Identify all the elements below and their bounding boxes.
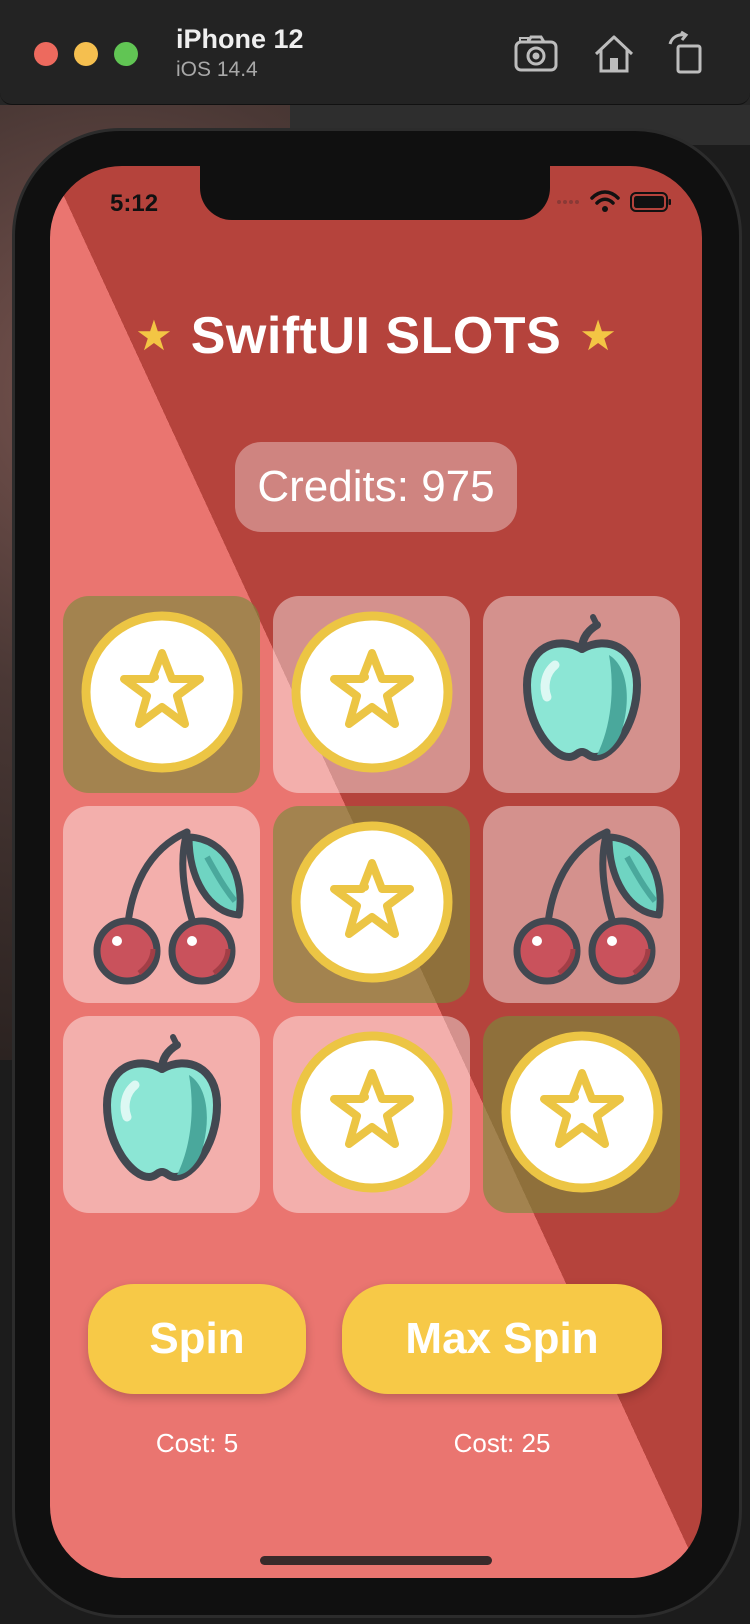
phone-notch [200, 166, 550, 220]
zoom-window-button[interactable] [114, 42, 138, 66]
cherry-icon [497, 817, 667, 992]
camera-icon[interactable] [512, 30, 560, 78]
slot-cell-star [273, 806, 470, 1003]
star-icon [287, 1027, 457, 1202]
status-time: 5:12 [110, 190, 159, 217]
apple-icon [497, 607, 667, 782]
slot-cell-apple [483, 596, 680, 793]
max-spin-cost: Cost: 25 [453, 1428, 551, 1458]
app-title: ★ SwiftUI SLOTS ★ [50, 306, 702, 366]
spin-cost: Cost: 5 [155, 1428, 239, 1458]
credits-label: Credits: 975 [257, 462, 495, 511]
wifi-icon [590, 190, 620, 212]
star-icon [497, 1027, 667, 1202]
title-text: SwiftUI SLOTS [190, 307, 562, 365]
max-spin-button-label: Max Spin [405, 1314, 599, 1363]
slot-cell-cherry [63, 806, 260, 1003]
star-icon: ★ [579, 312, 617, 359]
spin-button-label: Spin [149, 1314, 245, 1363]
star-icon [77, 607, 247, 782]
device-name: iPhone 12 [176, 24, 304, 54]
slot-cell-star [273, 596, 470, 793]
star-icon: ★ [135, 312, 173, 359]
cherry-icon [77, 817, 247, 992]
star-icon [287, 817, 457, 992]
battery-icon [630, 192, 671, 212]
close-window-button[interactable] [34, 42, 58, 66]
minimize-window-button[interactable] [74, 42, 98, 66]
slot-cell-apple [63, 1016, 260, 1213]
max-spin-button[interactable]: Max Spin [342, 1284, 662, 1394]
slot-cell-cherry [483, 806, 680, 1003]
credits-badge: Credits: 975 [235, 442, 517, 532]
home-indicator[interactable] [260, 1556, 492, 1565]
slot-cell-star [63, 596, 260, 793]
slot-cell-star [273, 1016, 470, 1213]
status-icons [556, 190, 672, 214]
spin-button[interactable]: Spin [88, 1284, 306, 1394]
simulator-window: iPhone 12 iOS 14.4 5:12 ★ SwiftUI SLOTS [0, 0, 750, 1624]
rotate-icon[interactable] [664, 30, 712, 78]
simulator-titlebar: iPhone 12 iOS 14.4 [0, 0, 750, 105]
star-icon [287, 607, 457, 782]
phone-screen: 5:12 ★ SwiftUI SLOTS ★ Credits: 975 Spin… [50, 166, 702, 1578]
home-icon[interactable] [590, 30, 638, 78]
os-version: iOS 14.4 [176, 58, 258, 81]
slot-grid [63, 594, 689, 1213]
slot-cell-star [483, 1016, 680, 1213]
apple-icon [77, 1027, 247, 1202]
signal-icon [557, 200, 579, 204]
